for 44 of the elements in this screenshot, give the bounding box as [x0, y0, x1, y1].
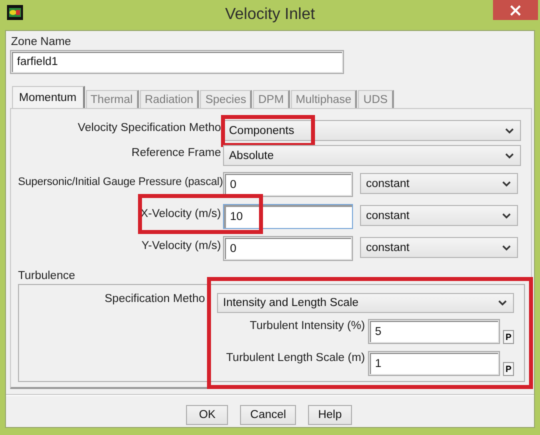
input-field[interactable]: 1	[368, 351, 500, 376]
caret-icon	[502, 180, 511, 186]
caret-icon	[505, 128, 514, 134]
parameter-button[interactable]: P	[503, 330, 514, 344]
dropdown[interactable]: Intensity and Length Scale	[217, 293, 514, 313]
caret-icon	[505, 152, 514, 158]
section-title: Turbulence	[18, 270, 76, 282]
dropdown[interactable]: Components	[223, 120, 521, 141]
tab[interactable]: UDS	[358, 90, 394, 108]
field-label: Zone Name	[11, 36, 72, 48]
dropdown[interactable]: constant	[360, 237, 518, 258]
input-field[interactable]: 0	[223, 172, 353, 197]
app-icon	[7, 5, 23, 20]
parameter-button[interactable]: P	[503, 362, 514, 376]
field-label: Turbulent Intensity (%)	[250, 319, 365, 332]
tab[interactable]: Momentum	[12, 86, 85, 108]
tab[interactable]: DPM	[253, 90, 290, 108]
field-label: Turbulent Length Scale (m)	[226, 351, 365, 364]
tab[interactable]: Multiphase	[290, 90, 358, 108]
tab[interactable]: Radiation	[140, 90, 200, 108]
field-label: X-Velocity (m/s)	[139, 207, 222, 222]
close-button[interactable]	[493, 0, 538, 20]
field-label: Supersonic/Initial Gauge Pressure (pascal)	[18, 175, 223, 190]
dropdown[interactable]: Absolute	[223, 145, 521, 166]
dialog-button[interactable]: Help	[308, 405, 352, 425]
dialog-button[interactable]: Cancel	[240, 405, 296, 425]
dropdown[interactable]: constant	[360, 173, 518, 194]
input-field[interactable]: 10	[223, 204, 353, 229]
input-field[interactable]: farfield1	[10, 50, 344, 74]
caret-icon	[498, 300, 507, 306]
tab[interactable]: Species	[200, 90, 252, 108]
field-label: Reference Frame	[130, 146, 222, 161]
caret-icon	[502, 212, 511, 218]
field-label: Specification Metho	[104, 293, 205, 307]
caret-icon	[502, 244, 511, 250]
field-label: Y-Velocity (m/s)	[140, 239, 222, 254]
tab[interactable]: Thermal	[86, 90, 139, 108]
input-field[interactable]: 5	[368, 319, 500, 344]
window-title: Velocity Inlet	[225, 6, 315, 24]
field-label: Velocity Specification Metho	[76, 121, 222, 136]
dialog-button[interactable]: OK	[186, 405, 228, 425]
input-field[interactable]: 0	[223, 236, 353, 261]
close-icon	[510, 4, 521, 16]
dropdown[interactable]: constant	[360, 205, 518, 226]
